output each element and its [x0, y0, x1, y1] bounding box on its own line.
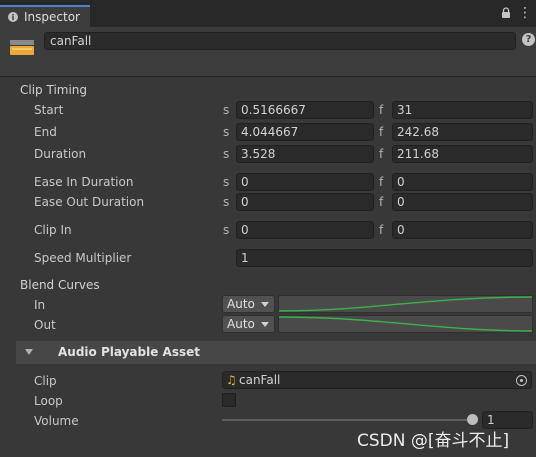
blend-out-mode-dropdown[interactable]: Auto [222, 315, 275, 333]
end-frames-field[interactable]: 242.68 [392, 123, 533, 141]
object-name-field[interactable]: canFall [44, 32, 516, 50]
audio-playable-asset-title: Audio Playable Asset [58, 345, 200, 359]
start-seconds-field[interactable]: 0.5166667 [236, 101, 374, 119]
clip-in-seconds-field[interactable]: 0 [236, 221, 374, 239]
music-note-icon: ♫ [226, 373, 237, 387]
blend-in-mode-value: Auto [227, 297, 255, 311]
start-label: Start [34, 103, 64, 117]
clip-in-label: Clip In [34, 223, 72, 237]
help-icon[interactable]: ? [522, 33, 535, 46]
info-icon: i [8, 12, 18, 22]
watermark-text: CSDN @[奋斗不止] [357, 431, 510, 451]
loop-label: Loop [34, 394, 63, 408]
blend-in-curve-line [279, 296, 532, 312]
volume-slider-track[interactable] [222, 419, 474, 421]
speed-multiplier-field[interactable]: 1 [236, 249, 533, 267]
blend-out-mode-value: Auto [227, 317, 255, 331]
chevron-down-icon [261, 322, 269, 327]
speed-multiplier-label: Speed Multiplier [34, 251, 132, 265]
ease-in-label: Ease In Duration [34, 175, 134, 189]
blend-curves-header: Blend Curves [20, 278, 100, 292]
blend-out-curve-line [279, 316, 532, 332]
ease-in-frames-field[interactable]: 0 [392, 173, 533, 191]
ease-in-f-label: f [379, 175, 384, 189]
duration-seconds-field[interactable]: 3.528 [236, 145, 374, 163]
clip-timing-header: Clip Timing [20, 83, 88, 97]
volume-label: Volume [34, 414, 79, 428]
volume-slider-thumb[interactable] [467, 414, 478, 425]
blend-in-curve[interactable] [278, 295, 533, 313]
blend-out-label: Out [34, 318, 56, 332]
ease-out-f-label: f [379, 195, 384, 209]
clip-object-value: canFall [239, 373, 281, 387]
duration-label: Duration [34, 147, 87, 161]
playable-asset-icon [10, 40, 34, 55]
clip-in-frames-field[interactable]: 0 [392, 221, 533, 239]
foldout-arrow-icon[interactable] [25, 349, 33, 355]
ease-out-s-label: s [223, 195, 230, 209]
loop-checkbox[interactable] [222, 393, 236, 407]
ease-out-label: Ease Out Duration [34, 195, 145, 209]
end-label: End [34, 125, 57, 139]
start-frames-field[interactable]: 31 [392, 101, 533, 119]
end-seconds-field[interactable]: 4.044667 [236, 123, 374, 141]
duration-s-label: s [223, 147, 230, 161]
tab-inspector[interactable]: i Inspector [0, 5, 90, 27]
clip-object-field[interactable]: ♫ canFall [222, 371, 532, 389]
clip-label: Clip [34, 374, 57, 388]
duration-f-label: f [379, 147, 384, 161]
object-picker-icon[interactable] [516, 375, 527, 386]
lock-icon[interactable] [501, 7, 511, 19]
ease-in-s-label: s [223, 175, 230, 189]
ease-in-seconds-field[interactable]: 0 [236, 173, 374, 191]
clip-in-f-label: f [379, 223, 384, 237]
end-f-label: f [379, 125, 384, 139]
ease-out-frames-field[interactable]: 0 [392, 193, 533, 211]
start-s-label: s [223, 103, 230, 117]
end-s-label: s [223, 125, 230, 139]
ease-out-seconds-field[interactable]: 0 [236, 193, 374, 211]
blend-in-mode-dropdown[interactable]: Auto [222, 295, 275, 313]
duration-frames-field[interactable]: 211.68 [392, 145, 533, 163]
tab-inspector-label: Inspector [24, 10, 80, 24]
clip-in-s-label: s [223, 223, 230, 237]
more-options-icon[interactable]: ⋮ [518, 6, 532, 21]
blend-in-label: In [34, 298, 46, 312]
blend-out-curve[interactable] [278, 315, 533, 333]
chevron-down-icon [261, 302, 269, 307]
start-f-label: f [379, 103, 384, 117]
